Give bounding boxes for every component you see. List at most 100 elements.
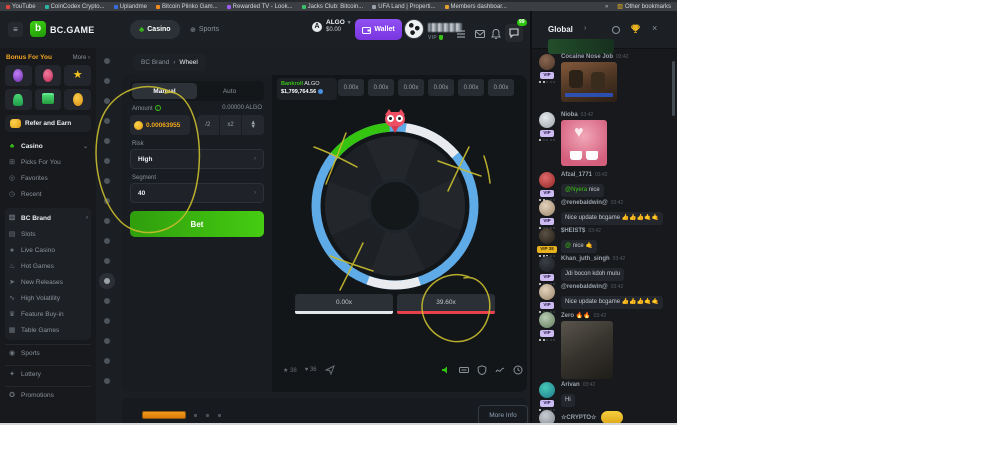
pinned-banner[interactable] xyxy=(548,39,614,54)
wallet-button[interactable]: Wallet xyxy=(355,19,402,40)
bookmarks-overflow-chevron[interactable]: » xyxy=(605,4,608,10)
close-icon[interactable]: × xyxy=(652,23,657,33)
provider-icon[interactable] xyxy=(104,258,110,264)
provider-icon[interactable] xyxy=(104,198,110,204)
bookmark-item[interactable]: Bitcoin Plinko Gam... xyxy=(156,4,218,10)
chat-scrollbar[interactable] xyxy=(672,61,675,116)
inbox-icon[interactable] xyxy=(474,28,486,40)
breadcrumb-parent[interactable]: BC Brand xyxy=(141,59,169,66)
sidebar-item-sports[interactable]: ◉Sports xyxy=(5,345,91,361)
bonus-tile[interactable] xyxy=(5,65,32,86)
stats-icon[interactable] xyxy=(495,365,505,375)
risk-select[interactable]: High› xyxy=(130,149,264,169)
bonus-tile[interactable]: ★ xyxy=(64,65,91,86)
provider-icon[interactable] xyxy=(104,158,110,164)
avatar[interactable] xyxy=(539,256,555,272)
bonus-more-link[interactable]: More › xyxy=(73,55,90,61)
sidebar-item-live-casino[interactable]: ♠Live Casino xyxy=(5,242,91,258)
chat-photo-image[interactable] xyxy=(561,321,613,379)
trophy-icon[interactable] xyxy=(630,24,641,35)
tab-manual[interactable]: Manual xyxy=(132,83,197,99)
chat-username[interactable]: $HEIST$ xyxy=(561,228,585,234)
mention[interactable]: @Nyera xyxy=(565,187,589,193)
chat-username[interactable]: Afzal_1771 xyxy=(561,172,592,178)
provider-icon[interactable] xyxy=(104,238,110,244)
provider-icon[interactable] xyxy=(104,178,110,184)
provider-icon[interactable] xyxy=(104,378,110,384)
bookmark-item[interactable]: Jacks Club: Bitcoin... xyxy=(302,4,364,10)
hotkeys-icon[interactable] xyxy=(459,365,469,375)
sidebar-item-table-games[interactable]: ▦Table Games xyxy=(5,322,91,338)
recent-result-badge[interactable]: 0.00x xyxy=(338,79,364,96)
bookmark-item[interactable]: Members dashboar... xyxy=(445,4,507,10)
provider-icon[interactable] xyxy=(104,138,110,144)
provider-icon[interactable] xyxy=(104,318,110,324)
chat-channel-selector[interactable]: Global xyxy=(548,25,573,34)
provider-icon[interactable] xyxy=(104,218,110,224)
bonus-tile[interactable] xyxy=(64,89,91,110)
chat-username[interactable]: @renebaldwin@ xyxy=(561,284,608,290)
avatar[interactable] xyxy=(539,112,555,128)
amount-stepper[interactable]: ▲▼ xyxy=(241,115,264,135)
provider-icon[interactable] xyxy=(104,58,110,64)
chat-username[interactable]: Arivan xyxy=(561,382,580,388)
recent-result-badge[interactable]: 0.00x xyxy=(368,79,394,96)
bcgame-logo-icon[interactable]: b xyxy=(30,21,46,37)
bookmark-item[interactable]: CoinCodex Crypto... xyxy=(45,4,105,10)
provider-icon[interactable] xyxy=(104,358,110,364)
currency-selector[interactable]: A ALGO ▼ $0.00 xyxy=(312,19,352,33)
tab-auto[interactable]: Auto xyxy=(197,83,262,99)
provider-icon[interactable] xyxy=(104,98,110,104)
bookmark-item[interactable]: YouTube xyxy=(6,4,36,10)
sidebar-item-slots[interactable]: ▤Slots xyxy=(5,226,91,242)
segment-select[interactable]: 40› xyxy=(130,183,264,203)
chat-username[interactable]: ☆CRYPTO☆ xyxy=(561,414,596,421)
sidebar-item-lottery[interactable]: ✦Lottery xyxy=(5,366,91,382)
sidebar-item-recent[interactable]: ◷Recent xyxy=(5,186,91,202)
sound-on-icon[interactable] xyxy=(441,365,451,375)
sidebar-item-new-releases[interactable]: ➤New Releases xyxy=(5,274,91,290)
double-button[interactable]: x2 xyxy=(219,115,242,135)
sidebar-item-favorites[interactable]: ◎Favorites xyxy=(5,170,91,186)
bonus-tile[interactable] xyxy=(5,89,32,110)
amount-input[interactable]: 0.00063955 xyxy=(130,115,190,135)
mention[interactable]: @ xyxy=(565,243,573,249)
chat-toggle-button[interactable] xyxy=(505,24,523,42)
chat-username[interactable]: @renebaldwin@ xyxy=(561,200,608,206)
bonus-tile[interactable] xyxy=(35,65,62,86)
sidebar-item-promotions[interactable]: ✪Promotions xyxy=(5,387,91,403)
sidebar-item-feature-buy-in[interactable]: ♛Feature Buy-in xyxy=(5,306,91,322)
list-icon[interactable] xyxy=(455,28,467,40)
recent-result-badge[interactable]: 0.00x xyxy=(398,79,424,96)
chat-username[interactable]: Khan_juth_singh xyxy=(561,256,610,262)
provider-icon[interactable] xyxy=(104,298,110,304)
avatar[interactable] xyxy=(539,54,555,70)
half-button[interactable]: /2 xyxy=(197,115,219,135)
other-bookmarks[interactable]: ▨Other bookmarks xyxy=(617,3,671,10)
provider-icon[interactable] xyxy=(104,78,110,84)
user-avatar[interactable] xyxy=(404,19,424,39)
likes-count[interactable]: ♥ 36 xyxy=(305,367,317,373)
avatar[interactable] xyxy=(539,200,555,216)
chat-username[interactable]: Zero 🔥🔥 xyxy=(561,313,591,319)
bookmark-item[interactable]: UFA Land | Properti... xyxy=(372,4,435,10)
chat-rules-icon[interactable] xyxy=(612,26,620,34)
recent-result-badge[interactable]: 0.00x xyxy=(458,79,484,96)
tab-sports[interactable]: ⊕Sports xyxy=(190,20,219,39)
avatar[interactable] xyxy=(539,284,555,300)
menu-toggle-button[interactable]: ≡ xyxy=(8,22,23,37)
sidebar-item-high-volatility[interactable]: ∿High Volatility xyxy=(5,290,91,306)
bell-icon[interactable] xyxy=(490,28,502,40)
info-icon[interactable]: i xyxy=(155,105,161,111)
share-icon[interactable] xyxy=(325,365,335,375)
avatar[interactable] xyxy=(539,312,555,328)
avatar[interactable] xyxy=(539,228,555,244)
recent-result-badge[interactable]: 0.00x xyxy=(488,79,514,96)
chat-gif-image[interactable] xyxy=(561,62,617,102)
sidebar-item-casino[interactable]: ♣Casino⌄ xyxy=(5,138,91,154)
sidebar-item-picks-for-you[interactable]: ⊞Picks For You xyxy=(5,154,91,170)
chat-sticker-image[interactable] xyxy=(561,120,607,166)
avatar[interactable] xyxy=(539,382,555,398)
tab-casino[interactable]: ♣Casino xyxy=(130,20,180,39)
avatar[interactable] xyxy=(539,410,555,423)
